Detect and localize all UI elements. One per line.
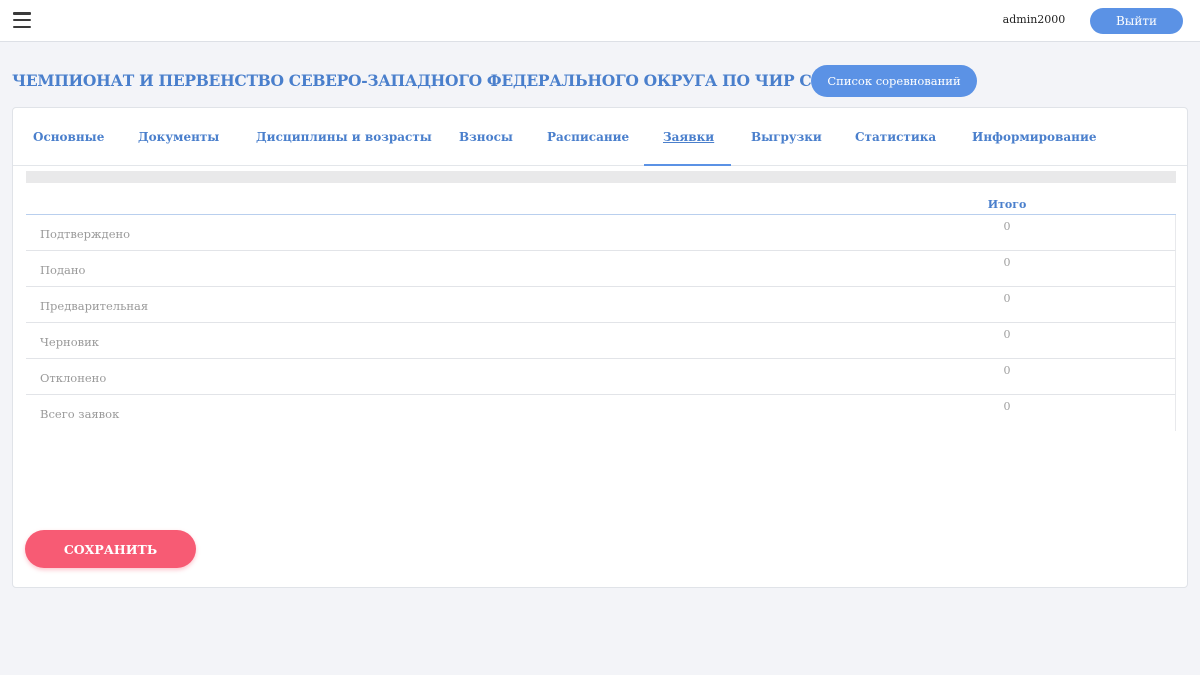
tab-fees[interactable]: Взносы [459,108,513,166]
tab-notifications[interactable]: Информирование [972,108,1097,166]
row-value-draft: 0 [1003,328,1011,341]
row-value-preliminary: 0 [1003,292,1011,305]
username: admin2000 [1002,13,1066,26]
tab-exports[interactable]: Выгрузки [751,108,822,166]
row-label-confirmed: Подтверждено [40,227,131,241]
table-row: Всего заявок 0 [26,395,1176,431]
row-label-preliminary: Предварительная [40,299,149,313]
menu-icon[interactable] [13,12,31,28]
tab-applications[interactable]: Заявки [663,108,714,166]
competitions-list-button[interactable]: Список соревнований [811,65,977,97]
table-row: Отклонено 0 [26,359,1176,395]
logout-button[interactable]: Выйти [1090,8,1183,34]
row-label-submitted: Подано [40,263,86,277]
tab-documents[interactable]: Документы [138,108,219,166]
active-tab-indicator [644,164,731,166]
row-label-draft: Черновик [40,335,99,349]
row-label-total: Всего заявок [40,407,120,421]
table-row: Подтверждено 0 [26,215,1176,251]
main-card: Основные Документы Дисциплины и возрасты… [12,107,1188,588]
page-title: ЧЕМПИОНАТ И ПЕРВЕНСТВО СЕВЕРО-ЗАПАДНОГО … [12,71,874,90]
row-value-total: 0 [1003,400,1011,413]
save-button[interactable]: СОХРАНИТЬ [25,530,196,568]
table-row: Подано 0 [26,251,1176,287]
table-row: Предварительная 0 [26,287,1176,323]
total-column-header: Итого [987,198,1027,211]
row-label-rejected: Отклонено [40,371,107,385]
row-value-submitted: 0 [1003,256,1011,269]
tab-disciplines[interactable]: Дисциплины и возрасты [256,108,432,166]
tab-bar: Основные Документы Дисциплины и возрасты… [13,108,1187,166]
table-top-bar [26,171,1176,183]
table-row: Черновик 0 [26,323,1176,359]
top-bar: admin2000 Выйти [0,0,1200,42]
tab-main[interactable]: Основные [33,108,104,166]
tab-schedule[interactable]: Расписание [547,108,629,166]
row-value-rejected: 0 [1003,364,1011,377]
row-value-confirmed: 0 [1003,220,1011,233]
tab-statistics[interactable]: Статистика [855,108,936,166]
